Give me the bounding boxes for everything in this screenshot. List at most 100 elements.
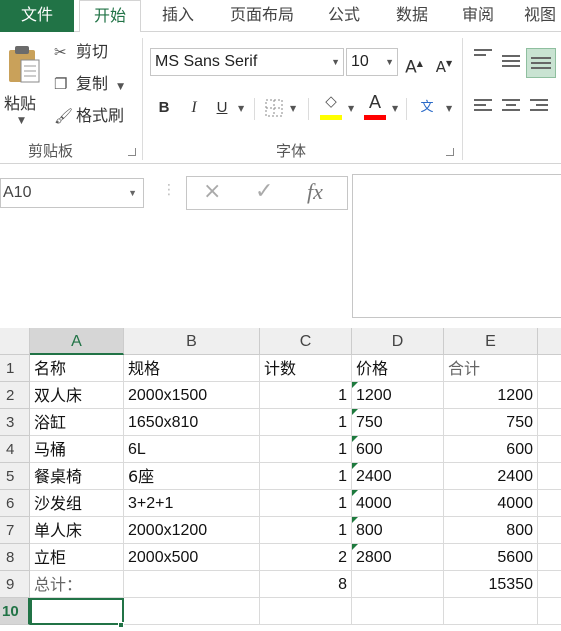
copy-dropdown-icon[interactable]: ▼ — [117, 82, 124, 92]
cell-f1[interactable] — [538, 355, 561, 382]
cell-c6[interactable]: 1 — [260, 490, 352, 517]
insert-function-icon[interactable]: fx — [307, 179, 323, 205]
cell-a8[interactable]: 立柜 — [30, 544, 124, 571]
copy-button[interactable]: ❐ 复制 ▼ — [54, 72, 124, 96]
cell-e5[interactable]: 2400 — [444, 463, 538, 490]
grow-font-button[interactable]: A▲ — [404, 50, 424, 78]
select-all-corner[interactable] — [0, 328, 30, 355]
border-icon[interactable] — [264, 98, 286, 118]
cell-d10[interactable] — [352, 598, 444, 625]
bold-button[interactable]: B — [154, 94, 174, 122]
cell-b1[interactable]: 规格 — [124, 355, 260, 382]
tab-file[interactable]: 文件 — [0, 0, 74, 32]
cell-d6[interactable]: 4000 — [352, 490, 444, 517]
cell-d9[interactable] — [352, 571, 444, 598]
column-header-e[interactable]: E — [444, 328, 538, 355]
cell-c2[interactable]: 1 — [260, 382, 352, 409]
cell-e8[interactable]: 5600 — [444, 544, 538, 571]
cell-e2[interactable]: 1200 — [444, 382, 538, 409]
font-name-select[interactable]: MS Sans Serif ▼ — [150, 48, 344, 76]
cell-a3[interactable]: 浴缸 — [30, 409, 124, 436]
align-middle-icon[interactable] — [498, 52, 524, 76]
cell-c9[interactable]: 8 — [260, 571, 352, 598]
column-header-f[interactable] — [538, 328, 561, 355]
cell-b8[interactable]: 2000x500 — [124, 544, 260, 571]
align-left-icon[interactable] — [470, 96, 496, 120]
cell-f9[interactable] — [538, 571, 561, 598]
fill-color-dropdown-icon[interactable]: ▼ — [348, 104, 354, 113]
clipboard-launcher-icon[interactable] — [128, 148, 136, 156]
italic-button[interactable]: I — [184, 94, 204, 122]
cell-f5[interactable] — [538, 463, 561, 490]
cell-f8[interactable] — [538, 544, 561, 571]
cell-f7[interactable] — [538, 517, 561, 544]
align-top-icon[interactable] — [470, 46, 496, 70]
cell-a2[interactable]: 双人床 — [30, 382, 124, 409]
row-header-8[interactable]: 8 — [0, 544, 30, 571]
cell-b6[interactable]: 3+2+1 — [124, 490, 260, 517]
cell-e3[interactable]: 750 — [444, 409, 538, 436]
align-right-icon[interactable] — [526, 96, 552, 120]
cell-a9[interactable]: 总计： — [30, 571, 124, 598]
cell-f3[interactable] — [538, 409, 561, 436]
cell-e10[interactable] — [444, 598, 538, 625]
row-header-5[interactable]: 5 — [0, 463, 30, 490]
cell-f2[interactable] — [538, 382, 561, 409]
tab-data[interactable]: 数据 — [384, 0, 440, 32]
cell-b9[interactable] — [124, 571, 260, 598]
cell-a4[interactable]: 马桶 — [30, 436, 124, 463]
column-header-a[interactable]: A — [30, 328, 124, 355]
cell-c8[interactable]: 2 — [260, 544, 352, 571]
font-color-button[interactable]: A — [362, 92, 388, 122]
cell-d3[interactable]: 750 — [352, 409, 444, 436]
cell-f4[interactable] — [538, 436, 561, 463]
fill-color-button[interactable]: ◇ — [318, 92, 344, 122]
cell-b4[interactable]: 6L — [124, 436, 260, 463]
cell-c5[interactable]: 1 — [260, 463, 352, 490]
cell-c1[interactable]: 计数 — [260, 355, 352, 382]
row-header-10[interactable]: 10 — [0, 598, 30, 625]
font-launcher-icon[interactable] — [446, 148, 454, 156]
cancel-icon[interactable]: × — [203, 179, 221, 204]
cell-d2[interactable]: 1200 — [352, 382, 444, 409]
phonetic-button[interactable]: 文 — [416, 94, 438, 122]
cell-e1[interactable]: 合计 — [444, 355, 538, 382]
align-center-icon[interactable] — [498, 96, 524, 120]
cell-a1[interactable]: 名称 — [30, 355, 124, 382]
font-color-dropdown-icon[interactable]: ▼ — [392, 104, 398, 113]
cell-d1[interactable]: 价格 — [352, 355, 444, 382]
cell-e6[interactable]: 4000 — [444, 490, 538, 517]
underline-dropdown-icon[interactable]: ▼ — [238, 104, 244, 113]
cell-b2[interactable]: 2000x1500 — [124, 382, 260, 409]
cell-a7[interactable]: 单人床 — [30, 517, 124, 544]
paste-dropdown-icon[interactable]: ▼ — [18, 116, 25, 126]
tab-view[interactable]: 视图 — [514, 0, 561, 32]
phonetic-dropdown-icon[interactable]: ▼ — [446, 104, 452, 113]
cell-b5[interactable]: 6座 — [124, 463, 260, 490]
underline-button[interactable]: U — [212, 94, 232, 122]
cut-button[interactable]: ✂ 剪切 — [54, 40, 108, 64]
tab-page-layout[interactable]: 页面布局 — [218, 0, 306, 32]
active-cell-border[interactable] — [30, 598, 124, 625]
column-header-d[interactable]: D — [352, 328, 444, 355]
cell-d5[interactable]: 2400 — [352, 463, 444, 490]
cell-a6[interactable]: 沙发组 — [30, 490, 124, 517]
row-header-7[interactable]: 7 — [0, 517, 30, 544]
paste-button[interactable]: 粘贴 — [4, 90, 36, 114]
cell-d4[interactable]: 600 — [352, 436, 444, 463]
column-header-c[interactable]: C — [260, 328, 352, 355]
formula-input[interactable] — [352, 174, 561, 318]
cell-c10[interactable] — [260, 598, 352, 625]
cell-c4[interactable]: 1 — [260, 436, 352, 463]
cell-d8[interactable]: 2800 — [352, 544, 444, 571]
row-header-9[interactable]: 9 — [0, 571, 30, 598]
cell-a5[interactable]: 餐桌椅 — [30, 463, 124, 490]
cell-f10[interactable] — [538, 598, 561, 625]
fill-handle[interactable] — [118, 622, 124, 628]
font-size-select[interactable]: 10 ▼ — [346, 48, 398, 76]
row-header-2[interactable]: 2 — [0, 382, 30, 409]
name-box[interactable]: A10 ▼ — [0, 178, 144, 208]
tab-insert[interactable]: 插入 — [150, 0, 206, 32]
border-dropdown-icon[interactable]: ▼ — [290, 104, 296, 113]
align-bottom-icon[interactable] — [526, 48, 556, 78]
